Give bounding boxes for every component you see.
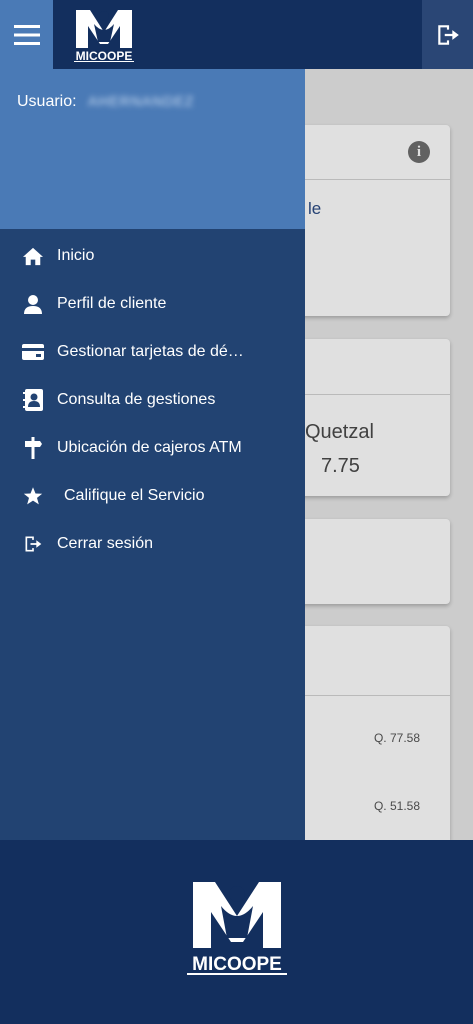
- drawer-menu: Inicio Perfil de cliente Gestionar tarje…: [0, 233, 305, 569]
- menu-item-tarjetas[interactable]: Gestionar tarjetas de débi…: [0, 329, 305, 377]
- menu-item-label: Inicio: [57, 247, 95, 264]
- home-icon: [22, 245, 44, 267]
- menu-item-gestiones[interactable]: Consulta de gestiones: [0, 377, 305, 425]
- svg-text:MICOOPE: MICOOPE: [76, 49, 133, 62]
- top-app-bar: MICOOPE: [0, 0, 473, 69]
- menu-item-perfil[interactable]: Perfil de cliente: [0, 281, 305, 329]
- menu-item-calificar[interactable]: Califique el Servicio: [0, 473, 305, 521]
- menu-item-cajeros[interactable]: Ubicación de cajeros ATM: [0, 425, 305, 473]
- navigation-drawer: Usuario: AHERNANDEZ Inicio Perfil de cli…: [0, 69, 305, 840]
- user-name: AHERNANDEZ: [88, 93, 195, 109]
- menu-item-cerrar-sesion[interactable]: Cerrar sesión: [0, 521, 305, 569]
- bottom-branding: MICOOPE: [0, 840, 473, 1024]
- menu-item-label: Consulta de gestiones: [57, 391, 216, 408]
- contact-book-icon: [22, 389, 44, 411]
- logout-icon: [437, 24, 459, 45]
- credit-card-icon: [22, 341, 44, 363]
- menu-item-label: Gestionar tarjetas de débi…: [57, 343, 252, 360]
- menu-item-label: Ubicación de cajeros ATM: [57, 439, 242, 456]
- logout-icon: [22, 533, 44, 555]
- svg-text:MICOOPE: MICOOPE: [192, 954, 282, 975]
- person-icon: [22, 293, 44, 315]
- user-label: Usuario:: [17, 93, 77, 110]
- star-icon: [22, 485, 44, 507]
- micoope-logo: MICOOPE: [70, 6, 138, 63]
- micoope-logo: MICOOPE: [185, 880, 289, 976]
- drawer-header: Usuario: AHERNANDEZ: [0, 69, 305, 229]
- menu-item-label: Cerrar sesión: [57, 535, 154, 552]
- logout-button[interactable]: [422, 0, 473, 69]
- hamburger-menu-button[interactable]: [0, 0, 53, 69]
- menu-item-inicio[interactable]: Inicio: [0, 233, 305, 281]
- signpost-icon: [22, 437, 44, 459]
- hamburger-menu-icon: [13, 24, 40, 45]
- menu-item-label: Perfil de cliente: [57, 295, 167, 312]
- menu-item-label: Califique el Servicio: [64, 487, 205, 504]
